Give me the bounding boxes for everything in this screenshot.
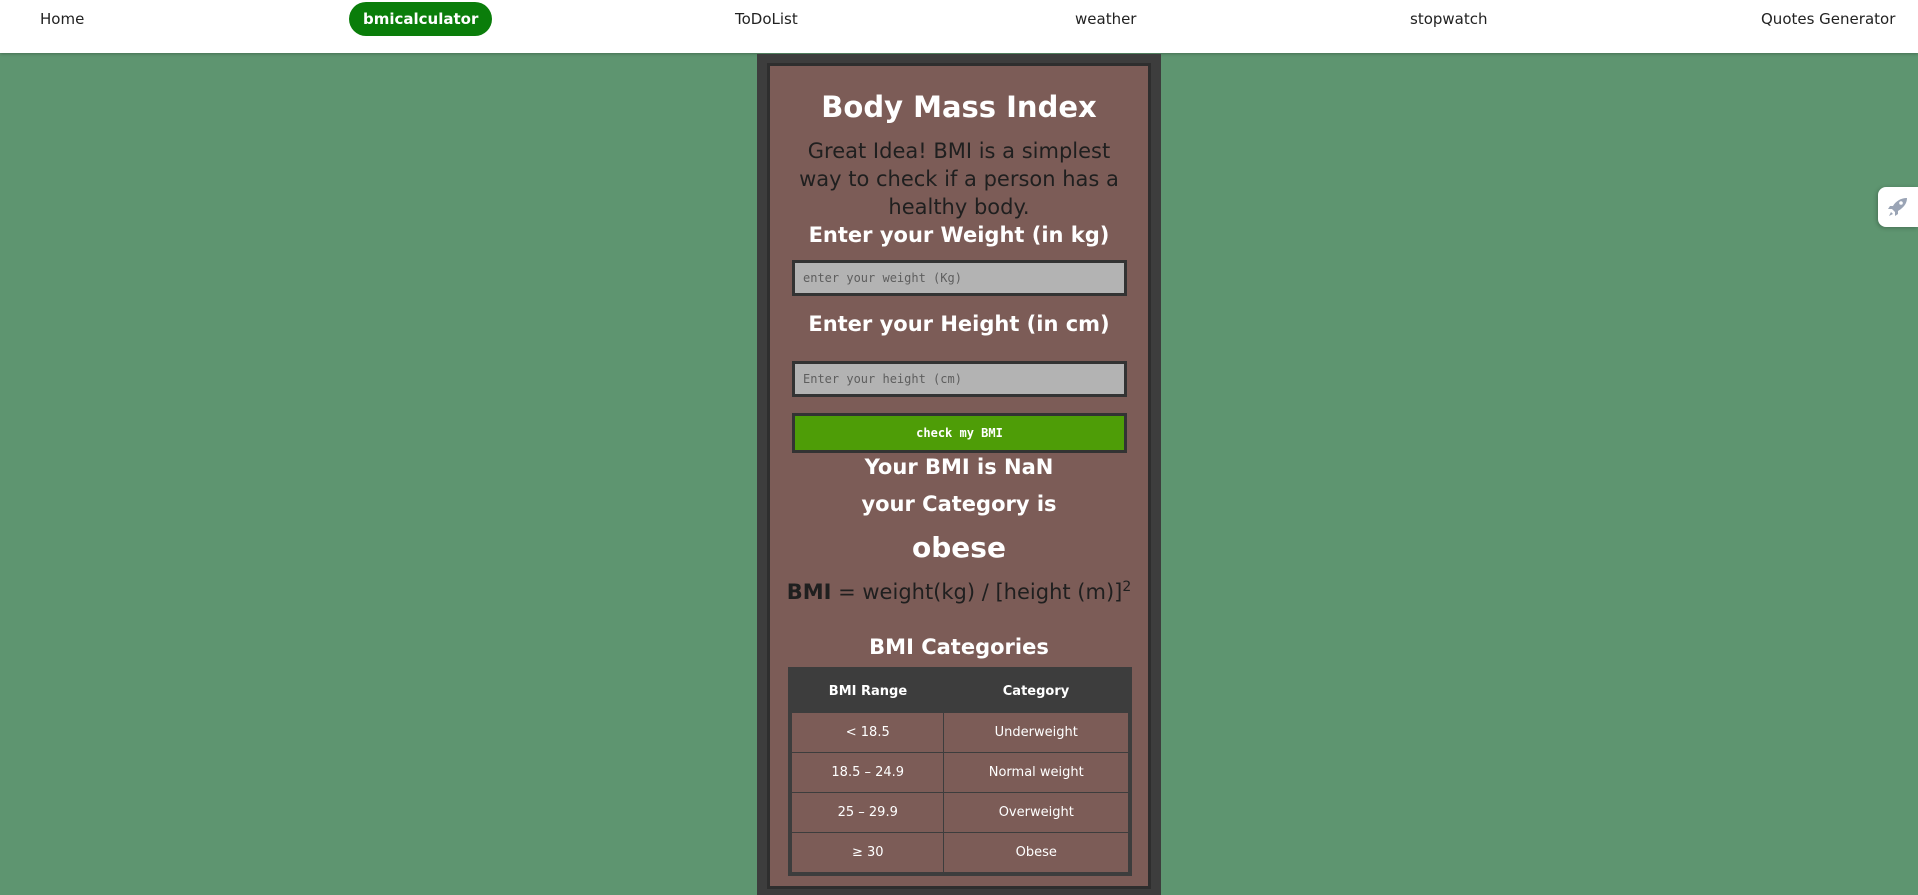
table-cell-range: < 18.5 [789, 712, 945, 753]
bmi-categories-table: BMI Range Category < 18.5 Underweight 18… [788, 667, 1132, 876]
table-cell-range: 18.5 – 24.9 [789, 752, 945, 793]
table-cell-category: Overweight [943, 792, 1131, 833]
nav-todolist[interactable]: ToDoList [735, 2, 798, 36]
table-cell-category: Obese [943, 832, 1131, 875]
nav-stopwatch[interactable]: stopwatch [1410, 2, 1488, 36]
categories-heading: BMI Categories [869, 635, 1049, 659]
nav-quotes-generator[interactable]: Quotes Generator [1761, 2, 1895, 36]
page-title: Body Mass Index [821, 90, 1097, 124]
formula-bmi-term: BMI [786, 580, 832, 604]
table-cell-category: Normal weight [943, 752, 1131, 793]
table-cell-range: ≥ 30 [789, 832, 945, 875]
weight-label: Enter your Weight (in kg) [808, 223, 1110, 247]
table-cell-category: Underweight [943, 712, 1131, 753]
category-label: your Category is [861, 492, 1057, 516]
table-row: < 18.5 Underweight [789, 712, 1131, 753]
top-navbar: Home bmicalculator ToDoList weather stop… [0, 0, 1918, 53]
height-label: Enter your Height (in cm) [808, 312, 1110, 336]
bmi-description: Great Idea! BMI is a simplest way to che… [799, 139, 1119, 219]
rocket-icon [1888, 198, 1907, 216]
weight-input[interactable] [792, 260, 1127, 296]
nav-bmicalculator[interactable]: bmicalculator [349, 2, 493, 36]
table-row: 25 – 29.9 Overweight [789, 792, 1131, 833]
formula-expression: = weight(kg) / [height (m)] [831, 580, 1123, 604]
side-widget-button[interactable] [1878, 187, 1918, 227]
bmi-result: Your BMI is NaN [864, 455, 1054, 479]
table-row: ≥ 30 Obese [789, 832, 1131, 875]
category-value: obese [912, 531, 1006, 564]
nav-weather[interactable]: weather [1075, 2, 1136, 36]
table-row: 18.5 – 24.9 Normal weight [789, 752, 1131, 793]
table-header-category: Category [943, 669, 1130, 713]
bmi-formula: BMI = weight(kg) / [height (m)]2 [767, 579, 1151, 604]
check-bmi-button[interactable]: check my BMI [792, 413, 1127, 453]
table-header-row: BMI Range Category [790, 669, 1130, 713]
nav-home[interactable]: Home [40, 2, 84, 36]
table-header-range: BMI Range [790, 669, 944, 713]
height-input[interactable] [792, 361, 1127, 397]
table-cell-range: 25 – 29.9 [789, 792, 945, 833]
formula-exponent: 2 [1122, 579, 1132, 595]
